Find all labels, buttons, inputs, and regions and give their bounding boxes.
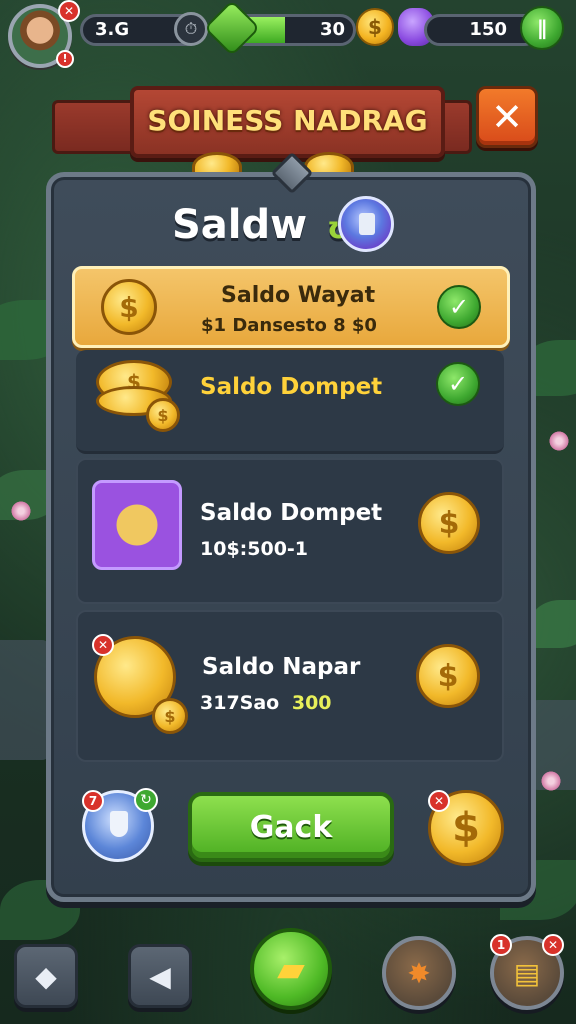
close-button[interactable]: ✕ [476,86,538,148]
diamond-icon: ◆ [35,959,57,993]
map-icon: ✸ [407,956,431,990]
balance-row-wayat[interactable]: $ Saldo Wayat $1 Dansesto 8 $0 ✓ [72,266,510,348]
row-sub-accent: 300 [291,692,332,714]
refresh-icon: ↻ [134,788,158,812]
coin-badge: ✕ [428,790,450,812]
small-coin-icon: $ [152,698,188,734]
title-banner: SOINESS NADRAG [130,86,445,158]
green-gem-icon [203,0,261,57]
background-leaf [530,600,576,648]
row-label: Saldo Dompet [200,374,383,400]
background-stone [0,640,50,760]
dock-diamond-button[interactable]: ◆ [14,944,78,1008]
shield-badge: 7 [82,790,104,812]
dock-main-button[interactable]: ▰ [250,928,332,1010]
balance-row-dompet[interactable]: $ $ Saldo Dompet ✓ [76,350,504,454]
small-coin-icon: $ [146,398,180,432]
ticket-icon: ▰ [277,948,305,990]
panel-title: Saldw ʊ [172,202,350,248]
gems-value: 150 [469,19,507,40]
coin-button-symbol: $ [452,805,480,851]
row-sub: 10$:500-1 [200,538,309,560]
purple-chest-icon [92,480,182,570]
row-label: Saldo Dompet [200,500,383,526]
shield-icon [338,196,394,252]
row-sub: 317Sao 300 [200,692,332,714]
background-flower [540,770,562,792]
dock-back-button[interactable]: ◀ [128,944,192,1008]
row-label: Saldo Wayat [221,283,376,308]
row-label: Saldo Napar [202,654,361,680]
pause-button[interactable]: ∥ [520,6,564,50]
dock-badge: 1 [490,934,512,956]
row-badge: ✕ [92,634,114,656]
row-sub: $1 Dansesto 8 $0 [201,315,377,336]
scroll-icon: ▤ [513,956,541,990]
coin-icon[interactable]: $ [418,492,480,554]
gack-button[interactable]: Gack [188,792,394,862]
panel-title-text: Saldw [172,202,308,248]
back-arrow-icon: ◀ [149,959,171,993]
coin-icon: $ [356,8,394,46]
avatar-badge: ✕ [58,0,80,22]
background-flower [10,500,32,522]
top-hud: ✕ ! 3.G ⏱ 30 $ 150 ∥ [0,0,576,68]
coin-icon[interactable]: $ [416,644,480,708]
coins-value: 30 [319,19,345,40]
dock-badge-2: ✕ [542,934,564,956]
balance-row-napar[interactable]: $ ✕ Saldo Napar 317Sao 300 $ [76,610,504,762]
row-sub-main: 317Sao [200,692,280,714]
coin-burst-icon: $ [101,279,157,335]
timer-icon[interactable]: ⏱ [174,12,208,46]
close-icon: ✕ [491,95,523,139]
check-icon[interactable]: ✓ [436,362,480,406]
level-value: 3.G [95,19,130,40]
dock-map-button[interactable]: ✸ [382,936,456,1010]
avatar-small-badge: ! [56,50,74,68]
check-icon[interactable]: ✓ [437,285,481,329]
background-flower [548,430,570,452]
banner-title: SOINESS NADRAG [147,104,428,137]
